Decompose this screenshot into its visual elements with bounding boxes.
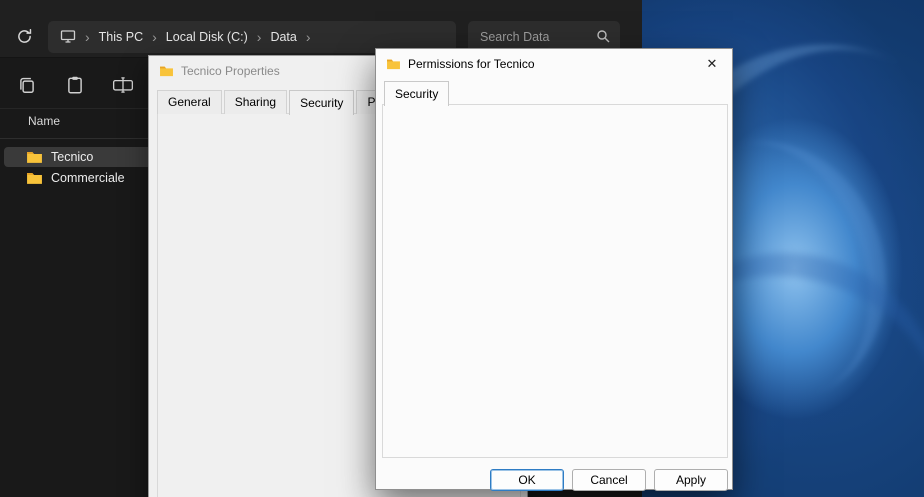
- folder-name: Commerciale: [51, 171, 125, 185]
- refresh-button[interactable]: [10, 24, 38, 52]
- breadcrumb-this-pc[interactable]: This PC: [99, 30, 143, 44]
- permissions-dialog: Permissions for Tecnico ✕ Security Objec…: [375, 48, 733, 490]
- tab-strip: Security: [384, 81, 451, 105]
- cancel-button[interactable]: Cancel: [572, 469, 646, 491]
- chevron-right-icon: ›: [257, 30, 262, 44]
- folder-icon: [26, 150, 43, 164]
- rename-icon: [112, 76, 134, 94]
- folder-icon: [386, 58, 401, 70]
- tab-general[interactable]: General: [157, 90, 222, 114]
- chevron-right-icon: ›: [85, 30, 90, 44]
- tab-pane: [382, 104, 728, 458]
- close-icon: ✕: [707, 56, 718, 71]
- apply-button[interactable]: Apply: [654, 469, 728, 491]
- copy-button[interactable]: [12, 72, 42, 100]
- paste-icon: [65, 75, 85, 95]
- permissions-dialog-titlebar[interactable]: Permissions for Tecnico: [376, 49, 732, 79]
- search-icon: [596, 29, 610, 46]
- chevron-right-icon: ›: [306, 30, 311, 44]
- refresh-icon: [16, 28, 33, 45]
- ok-button[interactable]: OK: [490, 469, 564, 491]
- copy-icon: [17, 75, 37, 95]
- column-header-name[interactable]: Name: [28, 114, 60, 128]
- tab-sharing[interactable]: Sharing: [224, 90, 287, 114]
- search-placeholder: Search Data: [480, 30, 549, 44]
- close-button[interactable]: ✕: [698, 53, 726, 75]
- folder-icon: [159, 65, 174, 77]
- rename-button[interactable]: [108, 72, 138, 100]
- tab-security[interactable]: Security: [384, 81, 449, 106]
- chevron-right-icon: ›: [152, 30, 157, 44]
- folder-name: Tecnico: [51, 150, 93, 164]
- breadcrumb-data[interactable]: Data: [270, 30, 296, 44]
- screenshot-root: › This PC › Local Disk (C:) › Data › Sea…: [0, 0, 924, 497]
- folder-icon: [26, 171, 43, 185]
- paste-button[interactable]: [60, 72, 90, 100]
- dialog-title: Permissions for Tecnico: [408, 57, 535, 71]
- breadcrumb-local-disk[interactable]: Local Disk (C:): [166, 30, 248, 44]
- dialog-title: Tecnico Properties: [181, 64, 280, 78]
- this-pc-icon: [60, 29, 76, 46]
- tab-security[interactable]: Security: [289, 90, 354, 115]
